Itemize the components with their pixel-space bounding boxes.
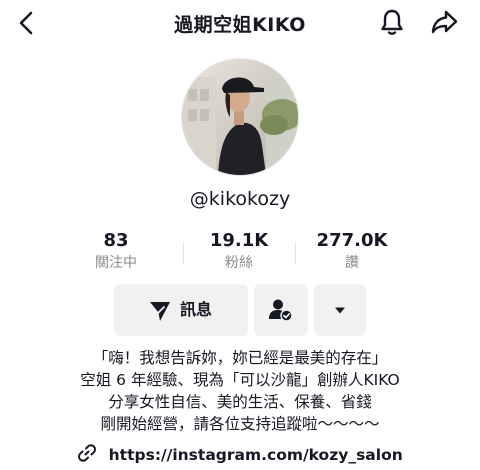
bio-line: 空姐 6 年經驗、現為「可以沙龍」創辦人KIKO [80,371,400,389]
caret-down-icon [335,307,345,314]
bio-line: 「嗨！我想告訴妳，妳已經是最美的存在」 [92,349,388,367]
stat-value: 19.1K [209,230,269,251]
bell-icon [381,9,403,35]
more-options-button[interactable] [314,284,366,336]
link-icon [78,444,97,462]
avatar[interactable] [181,58,299,176]
stat-divider [183,242,184,264]
following-button[interactable] [254,284,308,336]
stat-label: 粉絲 [225,255,253,271]
share-arrow-icon [431,10,458,34]
send-icon [150,302,170,321]
bio-line: 分享女性自信、美的生活、保養、省錢 [108,393,372,411]
bio-line: 剛開始經營，請各位支持追蹤啦～～～～ [100,415,380,433]
stat-value: 83 [103,230,129,251]
message-button[interactable]: 訊息 [114,284,248,336]
stat-following[interactable]: 83 關注中 [66,230,166,274]
stat-divider [295,242,296,264]
share-button[interactable] [428,6,460,38]
notification-button[interactable] [376,6,408,38]
page-title: 過期空姐KIKO [174,14,306,36]
message-button-label: 訊息 [180,300,213,319]
profile-photo [182,59,298,175]
username: @kikokozy [189,188,291,210]
bio: 「嗨！我想告訴妳，妳已經是最美的存在」 空姐 6 年經驗、現為「可以沙龍」創辦人… [0,347,480,435]
bio-link-text: https://instagram.com/kozy_salon [108,446,403,464]
stat-label: 讚 [345,255,359,271]
user-check-icon [269,299,293,322]
stats-row: 83 關注中 19.1K 粉絲 277.0K 讚 [70,230,430,278]
stat-followers[interactable]: 19.1K 粉絲 [189,230,289,274]
top-bar: 過期空姐KIKO [0,0,480,46]
stat-likes[interactable]: 277.0K 讚 [302,230,402,274]
stat-label: 關注中 [95,255,137,271]
bio-link[interactable]: https://instagram.com/kozy_salon [0,443,480,464]
stat-value: 277.0K [316,230,388,251]
